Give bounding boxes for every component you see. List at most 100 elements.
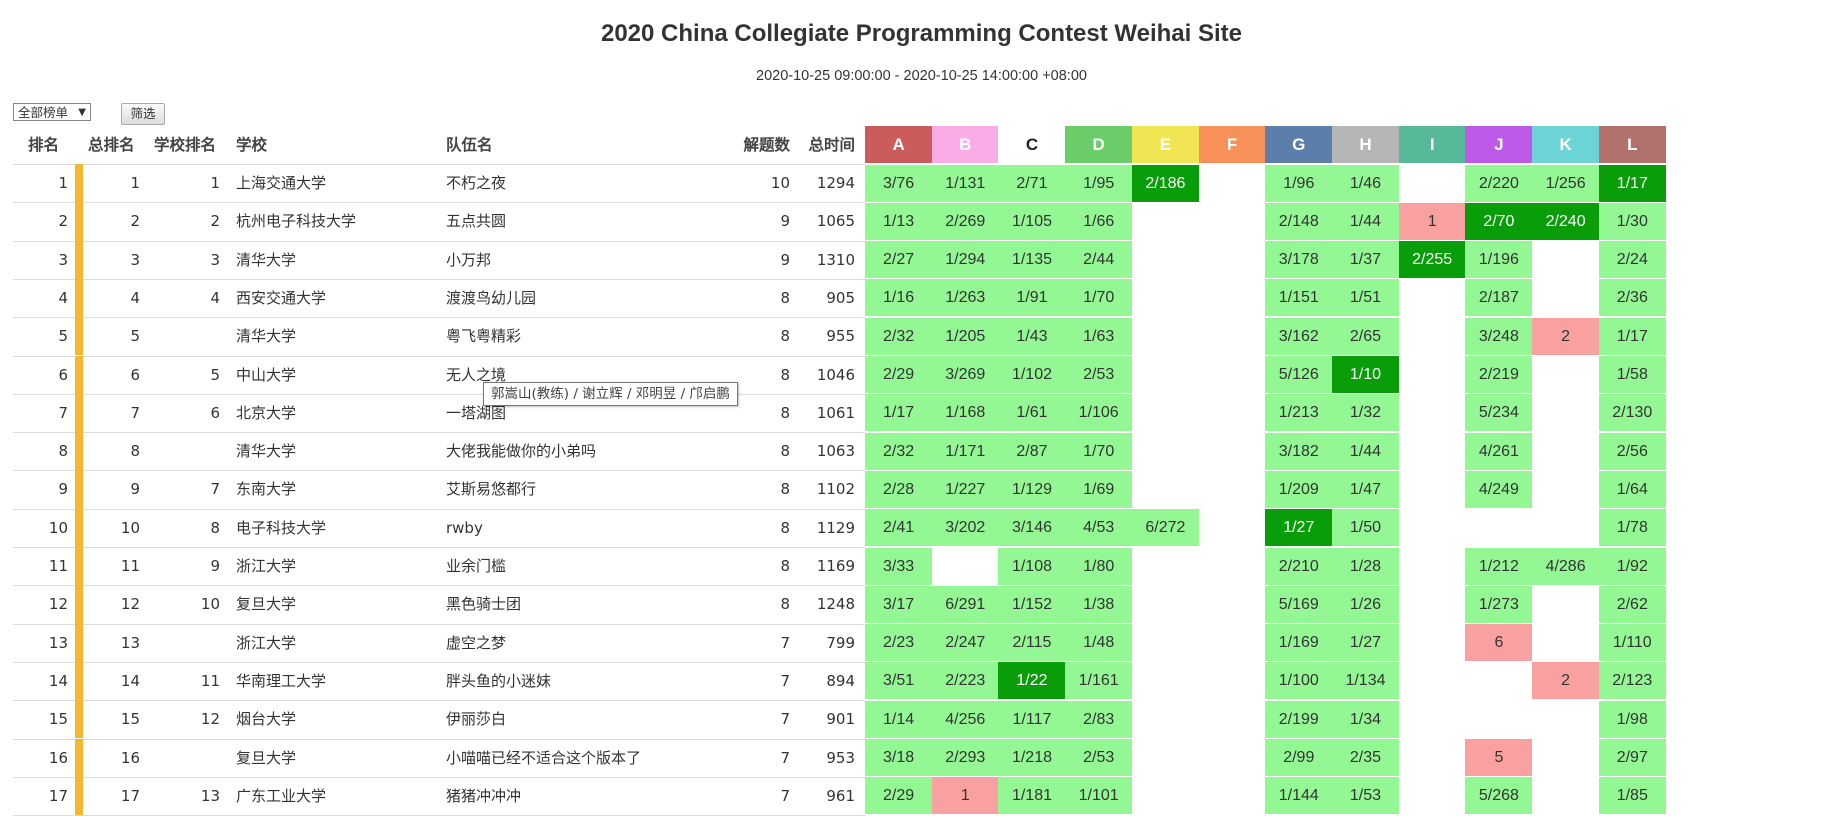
header-team[interactable]: 队伍名 <box>446 126 493 164</box>
cell-team[interactable]: 不朽之夜 <box>446 164 706 202</box>
result-cell-g: 3/178 <box>1265 241 1333 279</box>
cell-team[interactable]: rwby <box>446 509 706 547</box>
result-cell-h: 1/34 <box>1331 700 1400 738</box>
problem-header-j[interactable]: J <box>1465 126 1533 163</box>
cell-penalty: 1063 <box>816 442 855 461</box>
filter-button[interactable]: 筛选 <box>121 103 165 125</box>
result-cell-j: 1/212 <box>1465 547 1533 585</box>
result-cell-g: 1/27 <box>1265 509 1333 547</box>
cell-team[interactable]: 黑色骑士团 <box>446 585 706 623</box>
result-cell-b: 1/205 <box>931 317 999 355</box>
header-overall-rank[interactable]: 总排名 <box>88 126 135 164</box>
list-select[interactable]: 全部榜单 ▼ <box>13 103 91 121</box>
problem-header-c[interactable]: C <box>998 126 1066 163</box>
result-cell-b: 4/256 <box>931 700 999 738</box>
cell-team[interactable]: 五点共圆 <box>446 202 706 240</box>
cell-school[interactable]: 西安交通大学 <box>236 279 436 317</box>
result-cell-d: 1/70 <box>1065 279 1133 317</box>
result-cell-b: 3/202 <box>931 509 999 547</box>
cell-team[interactable]: 猪猪冲冲冲 <box>446 777 706 815</box>
cell-school[interactable]: 北京大学 <box>236 394 436 432</box>
header-solved[interactable]: 解题数 <box>720 126 790 164</box>
cell-solved: 7 <box>780 633 790 652</box>
result-cell-l: 1/98 <box>1598 700 1666 738</box>
cell-overall-rank: 1 <box>130 174 140 192</box>
problem-header-f[interactable]: F <box>1198 126 1266 163</box>
result-cell-b: 1/171 <box>931 432 999 470</box>
cell-team[interactable]: 艾斯易悠都行 <box>446 470 706 508</box>
result-cell-g: 1/209 <box>1265 470 1333 508</box>
problem-header-e[interactable]: E <box>1131 126 1199 163</box>
result-cell-h: 1/44 <box>1331 432 1400 470</box>
result-cell-h: 1/46 <box>1331 164 1400 202</box>
cell-overall-rank: 9 <box>130 480 140 499</box>
header-penalty[interactable]: 总时间 <box>790 126 855 164</box>
problem-header-g[interactable]: G <box>1265 126 1333 163</box>
cell-school[interactable]: 复旦大学 <box>236 739 436 777</box>
cell-team[interactable]: 伊丽莎白 <box>446 700 706 738</box>
cell-overall-rank: 7 <box>130 403 140 422</box>
problem-header-b[interactable]: B <box>931 126 999 163</box>
cell-team[interactable]: 胖头鱼的小迷妹 <box>446 662 706 700</box>
cell-school-rank: 9 <box>210 557 220 575</box>
cell-school-rank: 10 <box>200 595 220 614</box>
result-cell-e <box>1132 701 1199 738</box>
cell-school[interactable]: 上海交通大学 <box>236 164 436 202</box>
cell-rank: 8 <box>58 442 68 461</box>
cell-school[interactable]: 浙江大学 <box>236 547 436 585</box>
result-cell-k: 1/256 <box>1532 164 1600 202</box>
problem-header-a[interactable]: A <box>865 126 933 163</box>
header-school-rank[interactable]: 学校排名 <box>154 126 216 164</box>
cell-school[interactable]: 浙江大学 <box>236 624 436 662</box>
result-cell-h: 1/37 <box>1331 241 1400 279</box>
cell-school[interactable]: 东南大学 <box>236 470 436 508</box>
problem-header-k[interactable]: K <box>1532 126 1600 163</box>
problem-header-i[interactable]: I <box>1398 126 1466 163</box>
cell-team[interactable]: 大佬我能做你的小弟吗 <box>446 432 706 470</box>
header-school[interactable]: 学校 <box>236 126 267 164</box>
result-cell-k <box>1532 739 1599 776</box>
result-cell-k <box>1532 586 1599 623</box>
cell-school[interactable]: 电子科技大学 <box>236 509 436 547</box>
result-cell-h: 1/50 <box>1331 509 1400 547</box>
cell-school[interactable]: 烟台大学 <box>236 700 436 738</box>
cell-team[interactable]: 小万邦 <box>446 241 706 279</box>
cell-solved: 7 <box>780 748 790 767</box>
cell-school[interactable]: 复旦大学 <box>236 585 436 623</box>
result-cell-j <box>1465 662 1532 699</box>
result-cell-l: 2/24 <box>1598 241 1666 279</box>
cell-team[interactable]: 虚空之梦 <box>446 624 706 662</box>
result-cell-h: 1/134 <box>1331 662 1400 700</box>
result-cell-h: 1/27 <box>1331 624 1400 662</box>
result-cell-a: 2/32 <box>865 432 933 470</box>
result-cell-h: 1/44 <box>1331 202 1400 240</box>
problem-header-h[interactable]: H <box>1331 126 1400 163</box>
cell-school[interactable]: 华南理工大学 <box>236 662 436 700</box>
result-cell-c: 2/71 <box>998 164 1066 202</box>
cell-school[interactable]: 清华大学 <box>236 317 436 355</box>
cell-school[interactable]: 广东工业大学 <box>236 777 436 815</box>
cell-team[interactable]: 渡渡鸟幼儿园 <box>446 279 706 317</box>
result-cell-g: 2/210 <box>1265 547 1333 585</box>
cell-school[interactable]: 清华大学 <box>236 432 436 470</box>
result-cell-j <box>1465 509 1532 546</box>
cell-rank: 15 <box>48 710 68 729</box>
result-cell-i <box>1399 471 1466 508</box>
result-cell-i <box>1399 662 1466 699</box>
cell-team[interactable]: 业余门槛 <box>446 547 706 585</box>
problem-header-d[interactable]: D <box>1065 126 1133 163</box>
result-cell-j: 2/220 <box>1465 164 1533 202</box>
result-cell-k <box>1532 509 1599 546</box>
problem-header-l[interactable]: L <box>1598 126 1666 163</box>
header-rank[interactable]: 排名 <box>28 126 59 164</box>
cell-school[interactable]: 杭州电子科技大学 <box>236 202 436 240</box>
result-cell-f <box>1199 394 1266 431</box>
cell-overall-rank: 13 <box>120 633 140 652</box>
cell-team[interactable]: 小喵喵已经不适合这个版本了 <box>446 739 706 777</box>
cell-overall-rank: 4 <box>130 288 140 307</box>
cell-school[interactable]: 中山大学 <box>236 356 436 394</box>
cell-school[interactable]: 清华大学 <box>236 241 436 279</box>
cell-team[interactable]: 粤飞粤精彩 <box>446 317 706 355</box>
result-cell-k <box>1532 701 1599 738</box>
cell-solved: 7 <box>780 671 790 690</box>
